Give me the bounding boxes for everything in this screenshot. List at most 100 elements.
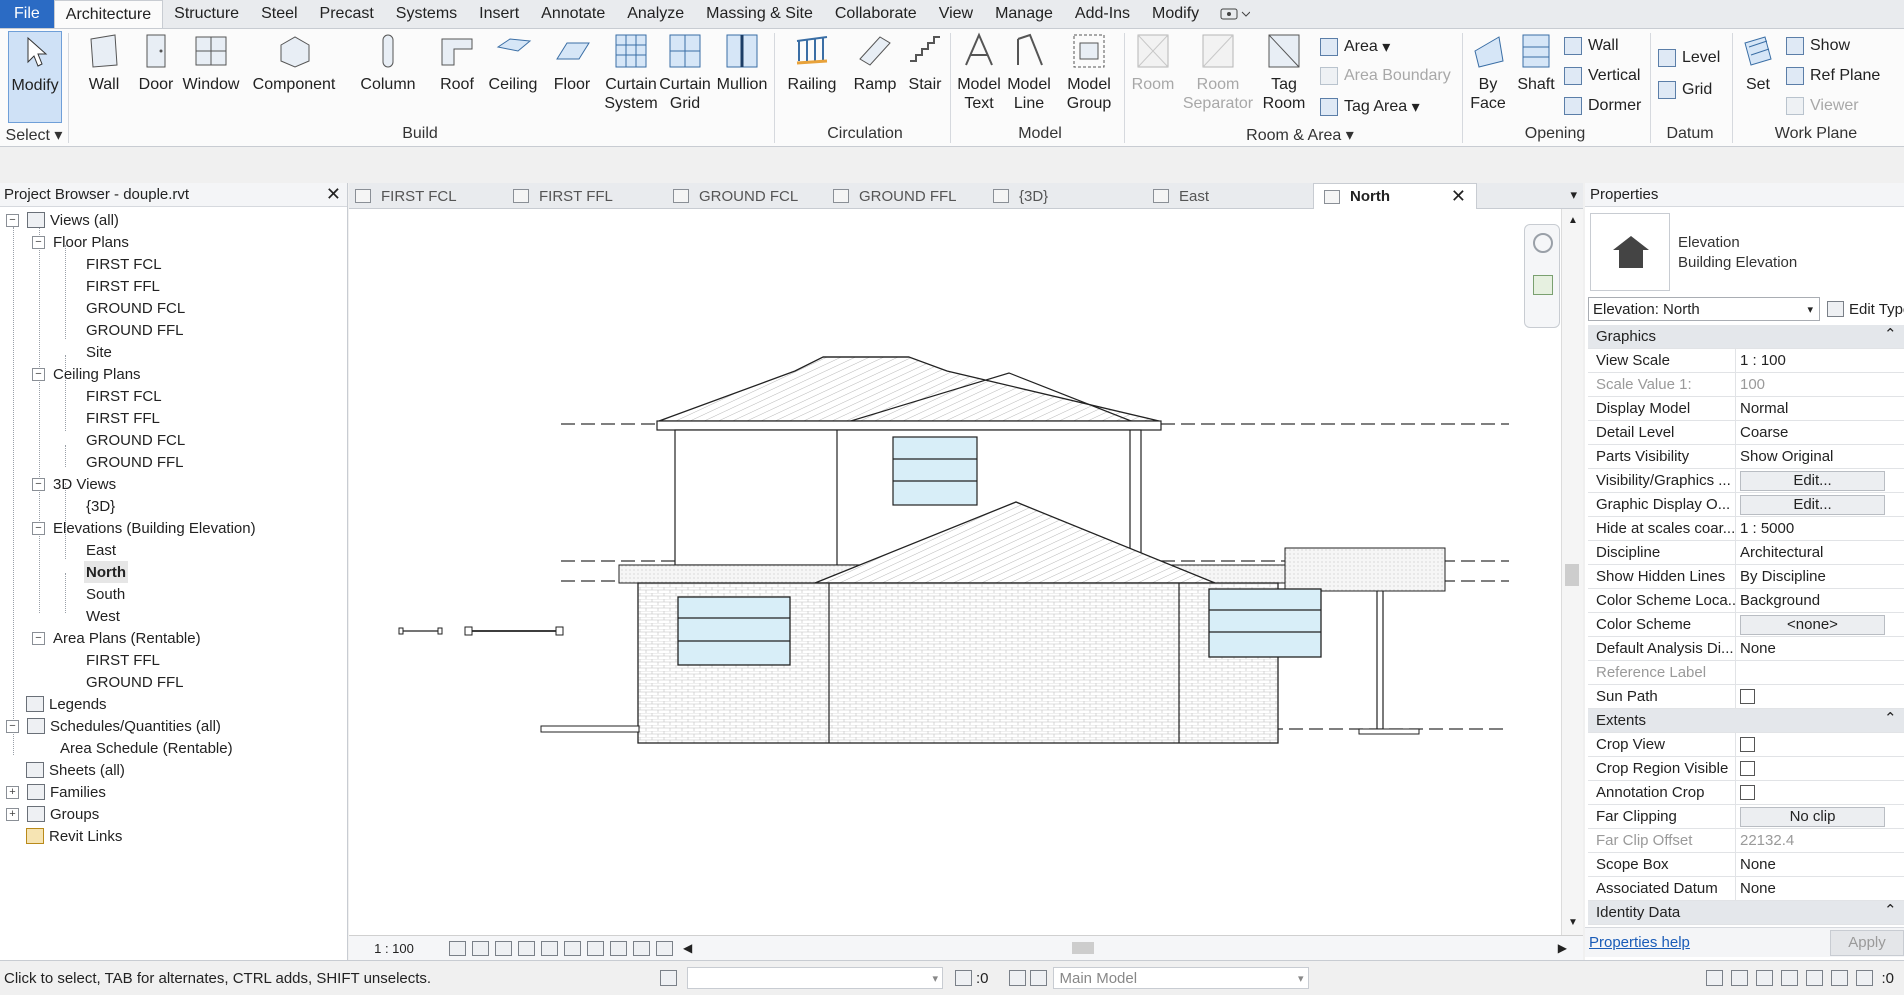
scroll-down-icon[interactable]: ▼ xyxy=(1568,917,1578,928)
visual-style-icon[interactable] xyxy=(472,940,489,956)
tab-steel[interactable]: Steel xyxy=(250,0,308,28)
annotation-crop-checkbox[interactable] xyxy=(1740,785,1755,800)
level-button[interactable]: Level xyxy=(1658,49,1720,67)
tree-elevations[interactable]: − Elevations (Building Elevation) xyxy=(32,517,256,539)
tree-item[interactable]: Site xyxy=(86,341,112,363)
crop-view-icon[interactable] xyxy=(541,940,558,956)
select-underlay-icon[interactable] xyxy=(1731,970,1749,986)
view-tab[interactable]: GROUND FFL xyxy=(833,183,957,209)
floor-button[interactable]: Floor xyxy=(548,31,596,94)
steering-wheel-icon[interactable] xyxy=(1533,233,1553,253)
detail-level-icon[interactable] xyxy=(449,940,466,956)
prop-row[interactable]: Default Analysis Di... None xyxy=(1588,637,1904,661)
tree-item[interactable]: East xyxy=(86,539,116,561)
contextual-tab-toggle[interactable] xyxy=(1210,0,1251,28)
filter-icon[interactable] xyxy=(1856,970,1874,986)
lock-3d-icon[interactable] xyxy=(633,940,650,956)
shaft-button[interactable]: Shaft xyxy=(1514,31,1558,94)
temporary-hide-icon[interactable] xyxy=(587,940,604,956)
component-button[interactable]: Component xyxy=(253,31,335,94)
drawing-canvas[interactable] xyxy=(349,209,1583,935)
workset-dropdown[interactable]: ▾ xyxy=(687,967,943,989)
tab-analyze[interactable]: Analyze xyxy=(616,0,695,28)
prop-row[interactable]: Annotation Crop xyxy=(1588,781,1904,805)
sun-path-checkbox[interactable] xyxy=(1740,689,1755,704)
edit-type-button[interactable]: Edit Type xyxy=(1827,297,1904,321)
tab-systems[interactable]: Systems xyxy=(385,0,468,28)
visibility-graphics-edit-button[interactable]: Edit... xyxy=(1740,470,1885,491)
view-tab[interactable]: FIRST FCL xyxy=(355,183,457,209)
prop-row[interactable]: Display Model Normal xyxy=(1588,397,1904,421)
view-tab[interactable]: East xyxy=(1153,183,1209,209)
group-graphics[interactable]: Graphics ⌃ xyxy=(1588,325,1904,349)
tab-view[interactable]: View xyxy=(928,0,984,28)
tree-item[interactable]: GROUND FCL xyxy=(86,297,185,319)
curtain-grid-button[interactable]: Curtain Grid xyxy=(659,31,711,113)
design-option-dropdown[interactable]: Main Model ▾ xyxy=(1052,967,1309,989)
prop-row[interactable]: Parts Visibility Show Original xyxy=(1588,445,1904,469)
ref-plane-button[interactable]: Ref Plane xyxy=(1786,67,1880,85)
view-tab-active[interactable]: North ✕ xyxy=(1313,183,1477,209)
tree-item[interactable]: GROUND FCL xyxy=(86,429,185,451)
tab-precast[interactable]: Precast xyxy=(309,0,385,28)
group-identity-data[interactable]: Identity Data ⌃ xyxy=(1588,901,1904,925)
active-design-option-icon[interactable] xyxy=(1029,970,1047,986)
modify-button[interactable]: Modify xyxy=(8,31,62,123)
tab-add-ins[interactable]: Add-Ins xyxy=(1064,0,1141,28)
prop-row[interactable]: Graphic Display O... Edit... xyxy=(1588,493,1904,517)
tree-item[interactable]: {3D} xyxy=(86,495,115,517)
tab-structure[interactable]: Structure xyxy=(163,0,250,28)
close-icon[interactable]: ✕ xyxy=(326,184,341,205)
viewer-button[interactable]: Viewer xyxy=(1786,97,1859,115)
tree-item[interactable]: South xyxy=(86,583,125,605)
prop-row[interactable]: Crop View xyxy=(1588,733,1904,757)
editing-requests-icon[interactable] xyxy=(955,970,972,986)
stair-button[interactable]: Stair xyxy=(902,31,948,94)
view-tab[interactable]: FIRST FFL xyxy=(513,183,613,209)
tree-ceiling-plans[interactable]: − Ceiling Plans xyxy=(32,363,141,385)
tree-item[interactable]: FIRST FFL xyxy=(86,649,160,671)
prop-row[interactable]: Visibility/Graphics ... Edit... xyxy=(1588,469,1904,493)
roof-button[interactable]: Roof xyxy=(434,31,480,94)
apply-button[interactable]: Apply xyxy=(1830,929,1904,956)
show-crop-icon[interactable] xyxy=(564,940,581,956)
tab-insert[interactable]: Insert xyxy=(468,0,530,28)
tree-item[interactable]: FIRST FCL xyxy=(86,385,162,407)
analysis-display-icon[interactable] xyxy=(656,940,673,956)
prop-row[interactable]: Associated Datum None xyxy=(1588,877,1904,901)
model-text-button[interactable]: Model Text xyxy=(954,31,1004,113)
prop-row[interactable]: View Scale 1 : 100 xyxy=(1588,349,1904,373)
wall-button[interactable]: Wall xyxy=(80,31,128,94)
tree-legends[interactable]: Legends xyxy=(26,693,107,715)
design-options-icon[interactable] xyxy=(1008,970,1026,986)
tree-floor-plans[interactable]: − Floor Plans xyxy=(32,231,129,253)
tree-sheets[interactable]: Sheets (all) xyxy=(26,759,125,781)
tree-item[interactable]: FIRST FCL xyxy=(86,253,162,275)
wall-opening-button[interactable]: Wall xyxy=(1564,37,1619,55)
show-work-plane-button[interactable]: Show xyxy=(1786,37,1850,55)
prop-row[interactable]: Scope Box None xyxy=(1588,853,1904,877)
view-tab[interactable]: GROUND FCL xyxy=(673,183,798,209)
tag-area-button[interactable]: Tag Area ▾ xyxy=(1320,97,1420,117)
tree-3d-views[interactable]: −3D Views xyxy=(32,473,116,495)
door-button[interactable]: Door xyxy=(134,31,178,94)
area-button[interactable]: Area ▾ xyxy=(1320,37,1390,57)
tab-architecture[interactable]: Architecture xyxy=(53,0,164,28)
set-work-plane-button[interactable]: Set xyxy=(1736,31,1780,94)
tab-massing-site[interactable]: Massing & Site xyxy=(695,0,824,28)
scroll-left-icon[interactable]: ◀ xyxy=(683,941,692,955)
navigation-bar[interactable] xyxy=(1524,224,1560,328)
tree-item[interactable]: FIRST FFL xyxy=(86,407,160,429)
tree-item[interactable]: GROUND FFL xyxy=(86,671,184,693)
horizontal-scroll-thumb[interactable] xyxy=(1072,942,1095,954)
select-pinned-icon[interactable] xyxy=(1756,970,1774,986)
room-area-panel-label[interactable]: Room & Area ▾ xyxy=(1220,125,1380,145)
background-processes-icon[interactable] xyxy=(1831,970,1849,986)
zoom-icon[interactable] xyxy=(1533,275,1553,295)
window-button[interactable]: Window xyxy=(180,31,242,94)
prop-row[interactable]: Color Scheme Loca... Background xyxy=(1588,589,1904,613)
scroll-up-icon[interactable]: ▲ xyxy=(1568,215,1578,226)
tree-item-selected[interactable]: North xyxy=(84,561,128,583)
grid-button[interactable]: Grid xyxy=(1658,81,1712,99)
tree-families[interactable]: + Families xyxy=(6,781,106,803)
